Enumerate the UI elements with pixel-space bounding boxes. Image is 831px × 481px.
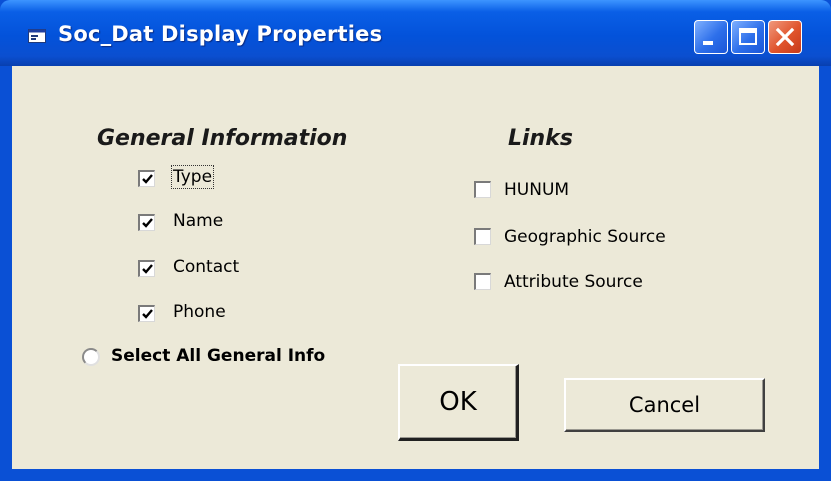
minimize-icon <box>703 41 713 45</box>
phone-checkbox[interactable] <box>138 305 155 322</box>
close-button[interactable] <box>768 20 802 54</box>
cancel-button-label: Cancel <box>628 393 701 417</box>
type-label[interactable]: Type <box>170 165 215 189</box>
type-checkbox[interactable] <box>138 170 155 187</box>
general-info-heading: General Information <box>97 126 348 151</box>
minimize-button[interactable] <box>694 20 728 54</box>
window-title: Soc_Dat Display Properties <box>58 22 383 46</box>
links-heading: Links <box>508 126 573 151</box>
checkmark-icon <box>142 174 153 184</box>
hunum-label[interactable]: HUNUM <box>504 180 569 200</box>
geographic-source-label[interactable]: Geographic Source <box>504 227 666 247</box>
attribute-source-checkbox[interactable] <box>474 273 491 290</box>
ok-button[interactable]: OK <box>398 364 519 441</box>
cancel-button[interactable]: Cancel <box>564 378 765 432</box>
select-all-label[interactable]: Select All General Info <box>111 346 325 366</box>
hunum-checkbox[interactable] <box>474 181 491 198</box>
contact-label[interactable]: Contact <box>173 257 239 277</box>
app-icon <box>28 28 46 43</box>
maximize-icon <box>739 28 757 45</box>
maximize-button[interactable] <box>731 20 765 54</box>
attribute-source-label[interactable]: Attribute Source <box>504 272 643 292</box>
contact-checkbox[interactable] <box>138 260 155 277</box>
select-all-radio[interactable] <box>82 348 100 366</box>
geographic-source-checkbox[interactable] <box>474 228 491 245</box>
checkmark-icon <box>142 218 153 228</box>
phone-label[interactable]: Phone <box>173 302 226 322</box>
name-checkbox[interactable] <box>138 214 155 231</box>
close-icon <box>775 27 795 47</box>
checkmark-icon <box>142 264 153 274</box>
title-bar[interactable]: Soc_Dat Display Properties <box>0 0 831 66</box>
ok-button-label: OK <box>439 387 477 417</box>
name-label[interactable]: Name <box>173 211 223 231</box>
checkmark-icon <box>142 309 153 319</box>
